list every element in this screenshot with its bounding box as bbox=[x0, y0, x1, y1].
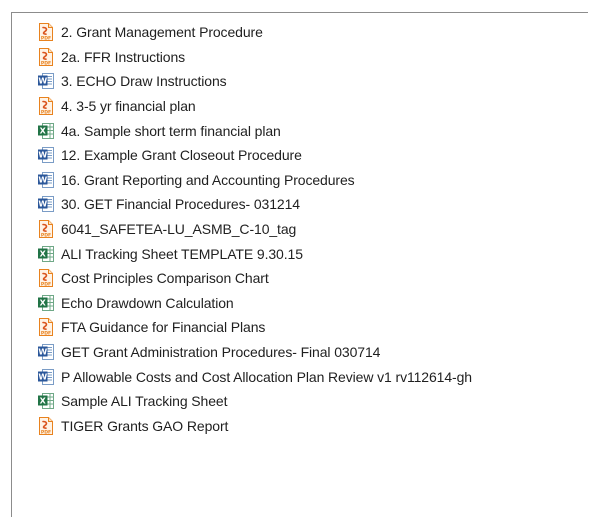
file-item[interactable]: W 3. ECHO Draw Instructions bbox=[37, 69, 472, 94]
svg-text:W: W bbox=[38, 200, 47, 209]
svg-text:W: W bbox=[38, 77, 47, 86]
svg-text:PDF: PDF bbox=[41, 282, 51, 288]
svg-text:PDF: PDF bbox=[41, 109, 51, 115]
file-name: Echo Drawdown Calculation bbox=[61, 294, 234, 311]
svg-text:W: W bbox=[38, 151, 47, 160]
excel-file-icon: X bbox=[37, 245, 55, 263]
file-item[interactable]: X Sample ALI Tracking Sheet bbox=[37, 389, 472, 414]
file-item[interactable]: X ALI Tracking Sheet TEMPLATE 9.30.15 bbox=[37, 241, 472, 266]
file-item[interactable]: X 4a. Sample short term financial plan bbox=[37, 118, 472, 143]
file-name: 4. 3-5 yr financial plan bbox=[61, 98, 196, 115]
pdf-file-icon: PDF bbox=[37, 318, 55, 337]
file-item[interactable]: PDF 2a. FFR Instructions bbox=[37, 45, 472, 70]
excel-file-icon: X bbox=[37, 392, 55, 410]
file-item[interactable]: W 12. Example Grant Closeout Procedure bbox=[37, 143, 472, 168]
file-item[interactable]: PDF Cost Principles Comparison Chart bbox=[37, 266, 472, 291]
svg-text:X: X bbox=[40, 249, 47, 258]
pdf-file-icon: PDF bbox=[37, 47, 55, 66]
file-item[interactable]: PDF 2. Grant Management Procedure bbox=[37, 20, 472, 45]
word-file-icon: W bbox=[37, 72, 55, 90]
file-name: 16. Grant Reporting and Accounting Proce… bbox=[61, 171, 355, 188]
word-file-icon: W bbox=[37, 146, 55, 164]
file-item[interactable]: PDF TIGER Grants GAO Report bbox=[37, 414, 472, 439]
svg-text:X: X bbox=[40, 298, 47, 307]
excel-file-icon: X bbox=[37, 122, 55, 140]
file-name: 6041_SAFETEA-LU_ASMB_C-10_tag bbox=[61, 221, 297, 238]
svg-text:PDF: PDF bbox=[41, 331, 51, 337]
svg-text:W: W bbox=[38, 372, 47, 381]
file-item[interactable]: X Echo Drawdown Calculation bbox=[37, 291, 472, 316]
file-name: P Allowable Costs and Cost Allocation Pl… bbox=[61, 368, 472, 385]
svg-text:W: W bbox=[38, 348, 47, 357]
excel-file-icon: X bbox=[37, 294, 55, 312]
file-name: TIGER Grants GAO Report bbox=[61, 417, 229, 434]
file-item[interactable]: W GET Grant Administration Procedures- Fi… bbox=[37, 340, 472, 365]
file-name: Cost Principles Comparison Chart bbox=[61, 270, 269, 287]
svg-text:PDF: PDF bbox=[41, 429, 51, 435]
file-name: 30. GET Financial Procedures- 031214 bbox=[61, 196, 300, 213]
file-item[interactable]: W 30. GET Financial Procedures- 031214 bbox=[37, 192, 472, 217]
file-item[interactable]: W 16. Grant Reporting and Accounting Proc… bbox=[37, 168, 472, 193]
word-file-icon: W bbox=[37, 171, 55, 189]
word-file-icon: W bbox=[37, 343, 55, 361]
file-item[interactable]: PDF FTA Guidance for Financial Plans bbox=[37, 315, 472, 340]
pdf-file-icon: PDF bbox=[37, 269, 55, 288]
file-list: PDF 2. Grant Management Procedure PDF 2a. F… bbox=[37, 20, 472, 438]
pdf-file-icon: PDF bbox=[37, 416, 55, 435]
word-file-icon: W bbox=[37, 195, 55, 213]
svg-text:PDF: PDF bbox=[41, 36, 51, 42]
pdf-file-icon: PDF bbox=[37, 97, 55, 116]
word-file-icon: W bbox=[37, 368, 55, 386]
svg-text:PDF: PDF bbox=[41, 60, 51, 66]
pdf-file-icon: PDF bbox=[37, 220, 55, 239]
svg-text:W: W bbox=[38, 175, 47, 184]
file-item[interactable]: PDF 4. 3-5 yr financial plan bbox=[37, 94, 472, 119]
svg-text:PDF: PDF bbox=[41, 232, 51, 238]
file-name: 2. Grant Management Procedure bbox=[61, 24, 263, 41]
svg-text:X: X bbox=[40, 126, 47, 135]
file-name: 4a. Sample short term financial plan bbox=[61, 122, 281, 139]
file-item[interactable]: W P Allowable Costs and Cost Allocation P… bbox=[37, 364, 472, 389]
svg-text:X: X bbox=[40, 397, 47, 406]
file-name: Sample ALI Tracking Sheet bbox=[61, 393, 228, 410]
file-name: 3. ECHO Draw Instructions bbox=[61, 73, 227, 90]
file-name: ALI Tracking Sheet TEMPLATE 9.30.15 bbox=[61, 245, 303, 262]
file-name: GET Grant Administration Procedures- Fin… bbox=[61, 344, 381, 361]
file-item[interactable]: PDF 6041_SAFETEA-LU_ASMB_C-10_tag bbox=[37, 217, 472, 242]
file-name: 2a. FFR Instructions bbox=[61, 48, 186, 65]
file-name: 12. Example Grant Closeout Procedure bbox=[61, 147, 302, 164]
pdf-file-icon: PDF bbox=[37, 23, 55, 42]
file-name: FTA Guidance for Financial Plans bbox=[61, 319, 266, 336]
